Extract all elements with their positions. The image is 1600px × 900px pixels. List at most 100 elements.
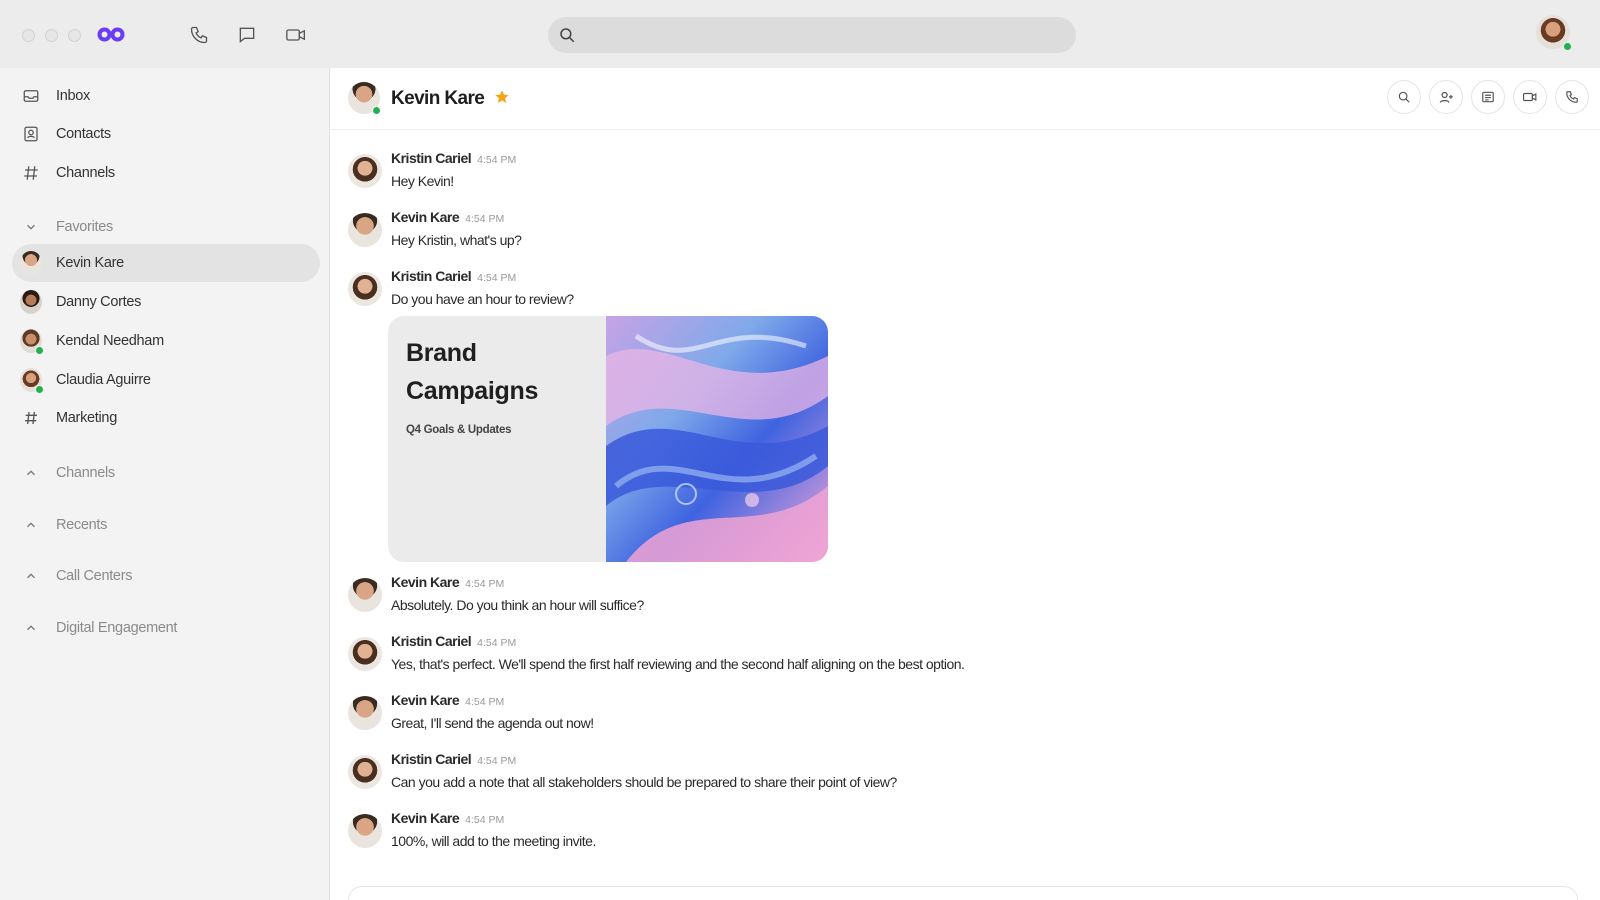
sidebar-item-label: Marketing bbox=[56, 410, 117, 426]
sidebar-item-label: Kevin Kare bbox=[56, 255, 124, 271]
message-time: 4:54 PM bbox=[465, 814, 505, 826]
call-centers-section-toggle[interactable]: Call Centers bbox=[12, 557, 320, 595]
message: Kristin Cariel 4:54 PM Hey Kevin! bbox=[348, 150, 1548, 204]
avatar bbox=[20, 329, 44, 355]
message-time: 4:54 PM bbox=[465, 696, 505, 708]
sidebar-item-channels[interactable]: Channels bbox=[12, 154, 320, 192]
search-conversation-button[interactable] bbox=[1387, 80, 1421, 114]
channels-section-toggle[interactable]: Channels bbox=[12, 454, 320, 492]
sidebar-item-label: Claudia Aguirre bbox=[56, 372, 151, 388]
sidebar-item-kendal-needham[interactable]: Kendal Needham bbox=[12, 322, 320, 360]
avatar[interactable] bbox=[348, 213, 382, 247]
message-text: Hey Kristin, what's up? bbox=[391, 232, 522, 248]
sidebar-item-contacts[interactable]: Contacts bbox=[12, 115, 320, 153]
sidebar-item-label: Danny Cortes bbox=[56, 294, 142, 310]
online-indicator bbox=[372, 106, 381, 115]
window-controls bbox=[22, 29, 81, 42]
avatar bbox=[20, 368, 44, 394]
sidebar-item-inbox[interactable]: Inbox bbox=[12, 77, 320, 115]
search-icon bbox=[1398, 91, 1410, 103]
avatar[interactable] bbox=[348, 154, 382, 188]
inbox-icon bbox=[20, 85, 42, 107]
message-time: 4:54 PM bbox=[477, 154, 517, 166]
attachment-title: Brand Campaigns bbox=[406, 339, 539, 405]
chat-icon[interactable] bbox=[236, 24, 258, 46]
section-label: Digital Engagement bbox=[56, 620, 178, 636]
message-sender: Kevin Kare bbox=[391, 692, 460, 708]
video-icon[interactable] bbox=[285, 24, 307, 46]
avatar bbox=[20, 290, 42, 314]
conversation-header: Kevin Kare bbox=[330, 68, 1600, 130]
message-text: Yes, that's perfect. We'll spend the fir… bbox=[391, 656, 965, 672]
video-call-button[interactable] bbox=[1513, 80, 1547, 114]
message-sender: Kristin Cariel bbox=[391, 751, 472, 767]
attachment-subtitle: Q4 Goals & Updates bbox=[406, 424, 512, 436]
phone-icon[interactable] bbox=[188, 24, 210, 46]
channels-icon bbox=[20, 162, 42, 184]
chevron-down-icon bbox=[20, 216, 42, 238]
message-sender: Kristin Cariel bbox=[391, 633, 472, 649]
search-bar[interactable] bbox=[548, 17, 1076, 53]
chevron-up-icon bbox=[20, 617, 42, 639]
message-time: 4:54 PM bbox=[465, 578, 505, 590]
avatar[interactable] bbox=[348, 82, 381, 115]
message: Kevin Kare 4:54 PM Hey Kristin, what's up… bbox=[348, 209, 1548, 263]
message-time: 4:54 PM bbox=[477, 637, 517, 649]
online-indicator bbox=[35, 385, 44, 394]
digital-engagement-section-toggle[interactable]: Digital Engagement bbox=[12, 609, 320, 647]
message: Kristin Cariel 4:54 PM Can you add a note… bbox=[348, 751, 1548, 805]
window-zoom-button[interactable] bbox=[68, 29, 81, 42]
star-icon[interactable] bbox=[493, 88, 511, 106]
message-sender: Kristin Cariel bbox=[391, 268, 472, 284]
message: Kevin Kare 4:54 PM Great, I'll send the a… bbox=[348, 692, 1548, 746]
online-indicator bbox=[35, 346, 44, 355]
conversation-title: Kevin Kare bbox=[391, 88, 485, 109]
window-minimize-button[interactable] bbox=[45, 29, 58, 42]
details-button[interactable] bbox=[1471, 80, 1505, 114]
section-label: Call Centers bbox=[56, 568, 133, 584]
my-avatar[interactable] bbox=[1536, 15, 1572, 51]
message: Kristin Cariel 4:54 PM Yes, that's perfec… bbox=[348, 633, 1548, 687]
card-icon bbox=[1482, 91, 1494, 103]
chevron-up-icon bbox=[20, 514, 42, 536]
sidebar-item-marketing[interactable]: Marketing bbox=[12, 399, 320, 437]
avatar bbox=[20, 251, 42, 275]
voice-call-button[interactable] bbox=[1555, 80, 1589, 114]
sidebar-item-label: Kendal Needham bbox=[56, 333, 164, 349]
hash-icon bbox=[20, 407, 42, 429]
message: Kevin Kare 4:54 PM 100%, will add to the … bbox=[348, 810, 1548, 864]
avatar[interactable] bbox=[348, 637, 382, 671]
search-icon bbox=[560, 28, 575, 43]
attachment-card[interactable]: Brand Campaigns Q4 Goals & Updates bbox=[388, 316, 828, 562]
sidebar-item-kevin-kare[interactable]: Kevin Kare bbox=[12, 244, 320, 282]
top-bar bbox=[0, 0, 1600, 68]
avatar[interactable] bbox=[348, 755, 382, 789]
contacts-icon bbox=[20, 123, 42, 145]
app-logo-icon bbox=[97, 27, 125, 42]
message-text: Can you add a note that all stakeholders… bbox=[391, 774, 897, 790]
message-text: Absolutely. Do you think an hour will su… bbox=[391, 597, 644, 613]
message: Kristin Cariel 4:54 PM Do you have an hou… bbox=[348, 268, 1548, 322]
section-label: Favorites bbox=[56, 219, 113, 235]
message-text: Great, I'll send the agenda out now! bbox=[391, 715, 594, 731]
avatar[interactable] bbox=[348, 696, 382, 730]
window-close-button[interactable] bbox=[22, 29, 35, 42]
sidebar-item-danny-cortes[interactable]: Danny Cortes bbox=[12, 283, 320, 321]
recents-section-toggle[interactable]: Recents bbox=[12, 506, 320, 544]
sidebar-item-claudia-aguirre[interactable]: Claudia Aguirre bbox=[12, 361, 320, 399]
conversation-pane: Kevin Kare Kristin Cariel 4:54 PM Hey Kev… bbox=[330, 68, 1600, 900]
avatar[interactable] bbox=[348, 578, 382, 612]
video-icon bbox=[1523, 92, 1537, 102]
section-label: Recents bbox=[56, 517, 108, 533]
sidebar: Inbox Contacts Channels Favorites Kevin … bbox=[0, 68, 330, 900]
message-composer[interactable] bbox=[348, 886, 1578, 900]
favorites-section-toggle[interactable]: Favorites bbox=[12, 208, 320, 246]
message-sender: Kevin Kare bbox=[391, 209, 460, 225]
message-text: Do you have an hour to review? bbox=[391, 291, 574, 307]
avatar[interactable] bbox=[348, 272, 382, 306]
message-sender: Kristin Cariel bbox=[391, 150, 472, 166]
message-sender: Kevin Kare bbox=[391, 810, 460, 826]
message-time: 4:54 PM bbox=[465, 213, 505, 225]
avatar[interactable] bbox=[348, 814, 382, 848]
add-person-button[interactable] bbox=[1429, 80, 1463, 114]
